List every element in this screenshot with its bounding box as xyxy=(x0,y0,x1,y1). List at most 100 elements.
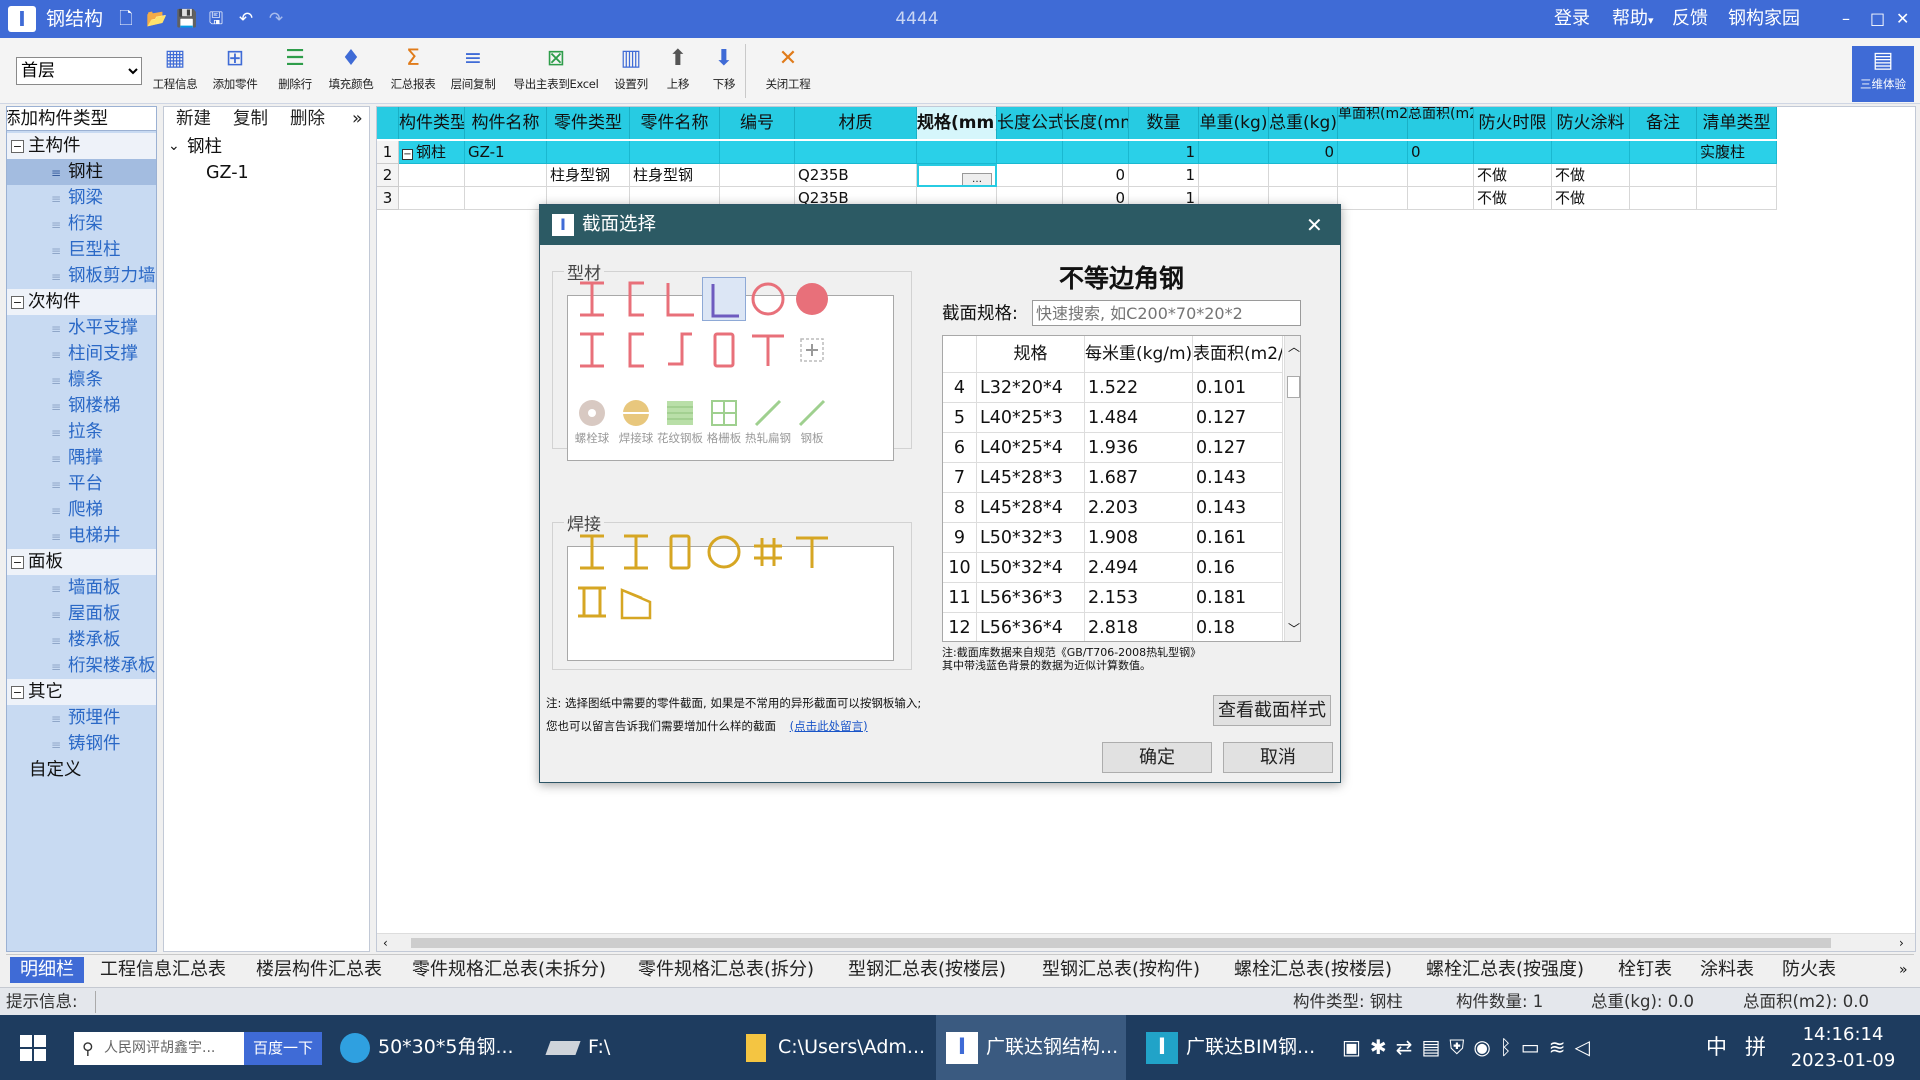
table-cell[interactable]: 2.818 xyxy=(1085,613,1193,641)
more-button[interactable]: » xyxy=(352,107,363,131)
task-glodon-bim[interactable]: I 广联达BIM钢... xyxy=(1134,1015,1324,1080)
weld-double-icon[interactable] xyxy=(570,580,614,624)
grid-cell[interactable]: 0 xyxy=(1063,164,1129,187)
grid-cell[interactable]: … xyxy=(917,164,997,187)
volume-icon[interactable]: ◁ xyxy=(1574,1035,1598,1059)
table-cell[interactable]: 0.101 xyxy=(1193,373,1283,403)
col-header-bill-type[interactable]: 清单类型 xyxy=(1697,107,1777,139)
collapse-icon[interactable]: − xyxy=(11,556,24,569)
menu-login[interactable]: 登录 xyxy=(1554,0,1590,38)
table-cell[interactable]: 1.908 xyxy=(1085,523,1193,553)
table-cell[interactable]: L40*25*4 xyxy=(977,433,1085,463)
tree-item[interactable]: ≡ 桁架楼承板 xyxy=(7,653,156,679)
menu-feedback[interactable]: 反馈 xyxy=(1672,0,1708,38)
tree-item[interactable]: ≡ 平台 xyxy=(7,471,156,497)
h-beam-icon[interactable] xyxy=(570,328,614,372)
angle-icon[interactable] xyxy=(658,277,702,321)
copy-button[interactable]: 复制 xyxy=(233,107,268,131)
grid-cell[interactable] xyxy=(630,141,720,164)
tree-item[interactable]: ≡ 巨型柱 xyxy=(7,237,156,263)
t-section-icon[interactable] xyxy=(746,328,790,372)
table-cell[interactable]: 0.127 xyxy=(1193,433,1283,463)
grid-cell[interactable] xyxy=(1697,187,1777,210)
taskbar-search[interactable]: ⚲ 人民网评胡鑫宇... xyxy=(74,1032,244,1065)
ok-button[interactable]: 确定 xyxy=(1102,742,1212,773)
project-info-button[interactable]: ▦ 工程信息 xyxy=(146,44,204,100)
tree-item[interactable]: ≡ 楼承板 xyxy=(7,627,156,653)
table-col-header[interactable]: 每米重(kg/m) xyxy=(1085,336,1193,373)
grid-cell[interactable] xyxy=(465,187,547,210)
task-explorer[interactable]: C:\Users\Adm... xyxy=(746,1015,932,1080)
table-cell[interactable]: 0.181 xyxy=(1193,583,1283,613)
scroll-left-icon[interactable]: ‹ xyxy=(383,934,388,951)
z-section-icon[interactable] xyxy=(658,328,702,372)
tree-item[interactable]: ≡ 屋面板 xyxy=(7,601,156,627)
rect-tube-icon[interactable] xyxy=(702,328,746,372)
tab-5[interactable]: 型钢汇总表(按楼层) xyxy=(848,957,1006,983)
table-cell[interactable]: L56*36*4 xyxy=(977,613,1085,641)
col-header-material[interactable]: 材质 xyxy=(795,107,917,139)
windows-start-icon[interactable] xyxy=(20,1035,46,1061)
grid-cell[interactable]: 实腹柱 xyxy=(1697,141,1777,164)
grid-cell[interactable] xyxy=(399,164,465,187)
wifi-icon[interactable]: ≋ xyxy=(1549,1035,1575,1059)
weld-i-icon[interactable] xyxy=(570,530,614,574)
grid-cell[interactable] xyxy=(917,141,997,164)
collapse-icon[interactable]: − xyxy=(11,140,24,153)
i-beam-icon[interactable] xyxy=(570,277,614,321)
channel-icon[interactable] xyxy=(614,277,658,321)
delete-button[interactable]: 删除 xyxy=(290,107,325,131)
bolt-ball-icon[interactable] xyxy=(570,395,614,433)
col-header-length-formula[interactable]: 长度公式 xyxy=(997,107,1063,139)
collapse-icon[interactable]: − xyxy=(11,686,24,699)
table-cell[interactable]: 2.494 xyxy=(1085,553,1193,583)
grid-cell[interactable] xyxy=(1199,164,1269,187)
table-row-number[interactable]: 5 xyxy=(943,403,977,433)
tree-item[interactable]: ≡ 钢楼梯 xyxy=(7,393,156,419)
tab-9[interactable]: 栓钉表 xyxy=(1618,957,1672,983)
tree-item[interactable]: ≡ 檩条 xyxy=(7,367,156,393)
tree-item[interactable]: ≡ 钢板剪力墙 xyxy=(7,263,156,289)
grid-cell[interactable] xyxy=(997,141,1063,164)
tree-item[interactable]: ≡ 水平支撑 xyxy=(7,315,156,341)
delete-row-button[interactable]: ☰ 删除行 xyxy=(270,44,320,100)
weld-ball-icon[interactable] xyxy=(614,395,658,433)
vertical-scrollbar[interactable]: ︿ ﹀ xyxy=(1284,336,1300,641)
grid-cell[interactable] xyxy=(1630,164,1697,187)
table-row-number[interactable]: 8 xyxy=(943,493,977,523)
tab-11[interactable]: 防火表 xyxy=(1782,957,1836,983)
weld-h-icon[interactable] xyxy=(614,530,658,574)
col-header-quantity[interactable]: 数量 xyxy=(1129,107,1199,139)
table-cell[interactable]: 0.161 xyxy=(1193,523,1283,553)
weld-cross-icon[interactable] xyxy=(746,530,790,574)
tray-network-icon[interactable]: ✱ xyxy=(1370,1035,1396,1059)
tab-2[interactable]: 楼层构件汇总表 xyxy=(256,957,382,983)
table-cell[interactable]: 1.522 xyxy=(1085,373,1193,403)
tree-item[interactable]: ≡ 预埋件 xyxy=(7,705,156,731)
table-cell[interactable]: L45*28*3 xyxy=(977,463,1085,493)
tray-device-icon[interactable]: ▤ xyxy=(1421,1035,1449,1059)
col-header-spec[interactable]: 规格(mm) xyxy=(917,107,997,139)
table-row-number[interactable]: 6 xyxy=(943,433,977,463)
grid-cell[interactable]: 0 xyxy=(1408,141,1474,164)
fill-color-button[interactable]: ♦ 填充颜色 xyxy=(322,44,380,100)
ellipsis-button[interactable]: … xyxy=(962,173,992,185)
grid-cell[interactable] xyxy=(1474,141,1552,164)
table-cell[interactable]: 0.143 xyxy=(1193,493,1283,523)
tray-shield-icon[interactable]: ⛨ xyxy=(1449,1035,1473,1059)
table-row-number[interactable]: 7 xyxy=(943,463,977,493)
col-header-total-weight[interactable]: 总重(kg) xyxy=(1269,107,1338,139)
export-excel-button[interactable]: ⊠ 导出主表到Excel xyxy=(506,44,606,100)
weld-tapered-icon[interactable] xyxy=(614,580,658,624)
tab-0[interactable]: 明细栏 xyxy=(10,957,84,983)
col-header-unit-weight[interactable]: 单重(kg) xyxy=(1199,107,1269,139)
tray-monitor-icon[interactable]: ▣ xyxy=(1342,1035,1370,1059)
table-cell[interactable]: L50*32*4 xyxy=(977,553,1085,583)
tab-8[interactable]: 螺栓汇总表(按强度) xyxy=(1426,957,1584,983)
horizontal-scrollbar[interactable]: ‹ › xyxy=(377,933,1915,951)
flat-bar-icon[interactable] xyxy=(746,395,790,433)
clock-time[interactable]: 14:16:14 xyxy=(1788,1023,1898,1047)
task-drive-f[interactable]: F:\ xyxy=(545,1015,648,1080)
close-project-button[interactable]: ✕ 关闭工程 xyxy=(756,44,820,100)
table-col-header[interactable]: 表面积(m2/m) xyxy=(1193,336,1283,373)
